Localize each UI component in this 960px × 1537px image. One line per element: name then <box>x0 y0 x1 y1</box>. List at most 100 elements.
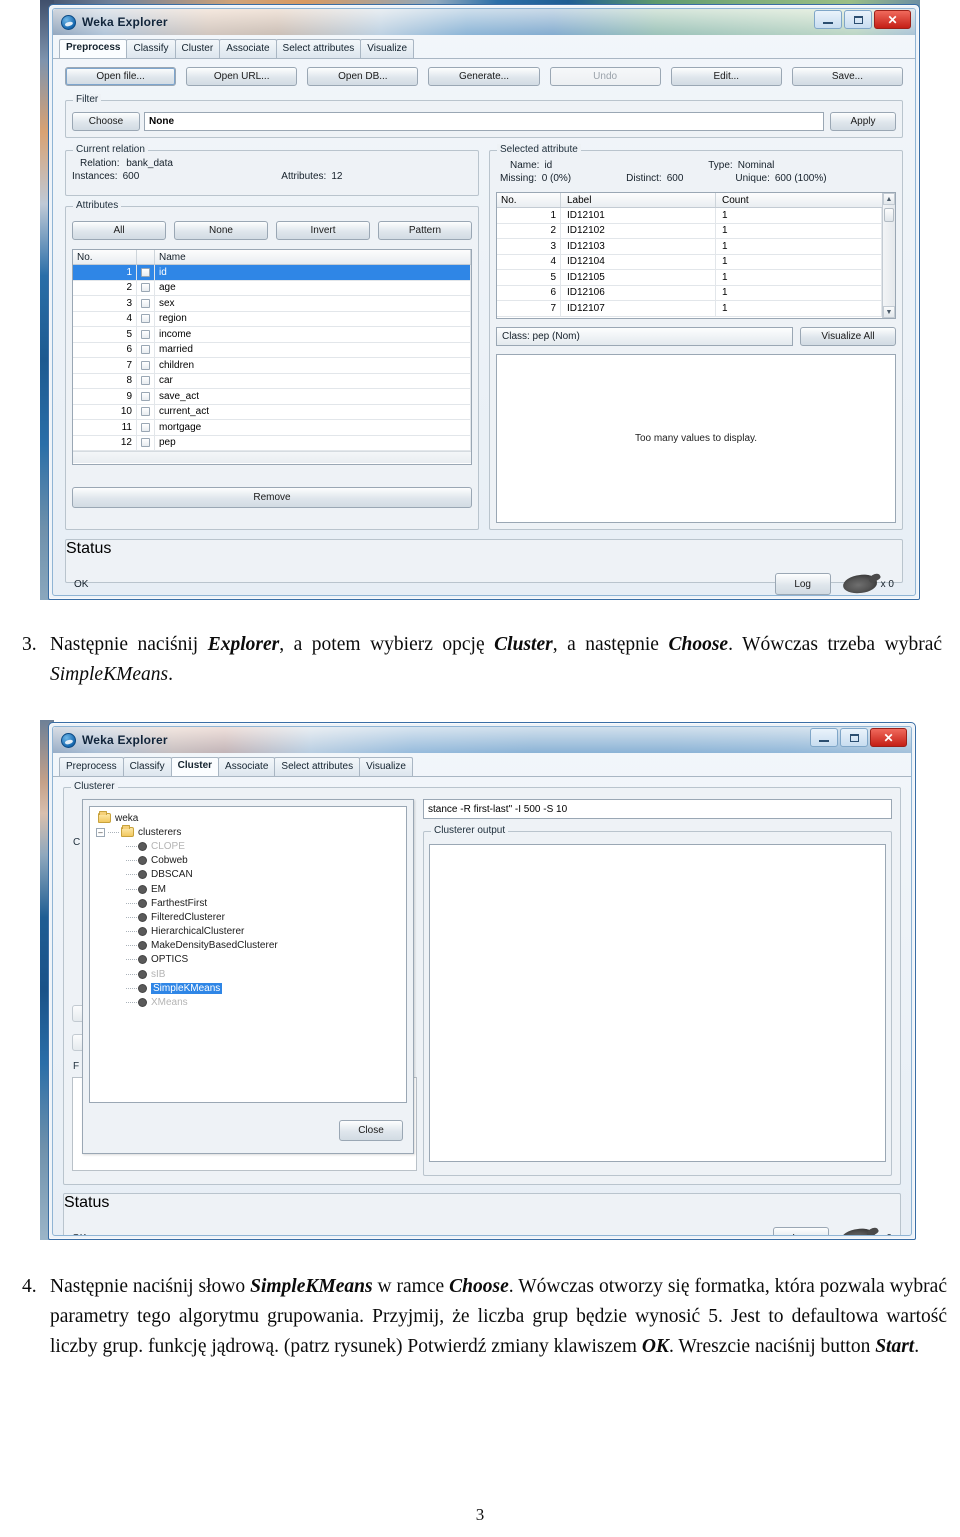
visualization-panel[interactable]: Too many values to display. <box>496 354 896 523</box>
table-row[interactable]: 1 ID12101 1 <box>497 208 882 224</box>
scrollbar-thumb[interactable] <box>884 208 894 222</box>
tree-node-em[interactable]: EM <box>94 882 406 896</box>
close-button[interactable]: ✕ <box>874 10 911 29</box>
filter-value-field[interactable]: None <box>144 112 824 131</box>
remove-attributes-button[interactable]: Remove <box>72 487 472 508</box>
tree-node-simplekmeans[interactable]: SimpleKMeans <box>94 981 406 995</box>
edit-button[interactable]: Edit... <box>670 67 782 86</box>
attr-row-checkbox[interactable] <box>137 373 155 388</box>
open-db-button[interactable]: Open DB... <box>307 67 419 86</box>
tree-node-label: HierarchicalClusterer <box>151 926 245 938</box>
generate-button[interactable]: Generate... <box>428 67 540 86</box>
scroll-down-arrow[interactable]: ▼ <box>883 306 895 318</box>
tab-preprocess[interactable]: Preprocess <box>59 39 128 58</box>
weka-explorer-window-preprocess: Weka Explorer ✕ Preprocess Classify Clus… <box>48 4 920 600</box>
attr-row-checkbox[interactable] <box>137 389 155 404</box>
tree-node-clusterers[interactable]: – clusterers <box>94 825 406 839</box>
table-row[interactable]: 10 current_act <box>73 404 471 420</box>
tab-preprocess[interactable]: Preprocess <box>59 757 124 776</box>
table-row[interactable]: 11 mortgage <box>73 420 471 436</box>
table-row[interactable]: 6 married <box>73 342 471 358</box>
attr-row-checkbox[interactable] <box>137 296 155 311</box>
tree-node-hierarchicalclusterer[interactable]: HierarchicalClusterer <box>94 925 406 939</box>
titlebar-cluster[interactable]: Weka Explorer ✕ <box>53 727 911 753</box>
leaf-bullet-icon <box>139 984 146 992</box>
maximize-button[interactable] <box>840 728 868 747</box>
tab-visualize[interactable]: Visualize <box>359 757 413 776</box>
table-row[interactable]: 2 ID12102 1 <box>497 223 882 239</box>
class-select[interactable]: Class: pep (Nom) <box>496 327 793 346</box>
list-marker-4: 4. <box>22 1276 37 1297</box>
table-row[interactable]: 7 ID12107 1 <box>497 301 882 317</box>
tree-node-xmeans[interactable]: XMeans <box>94 995 406 1009</box>
tree-node-farthestfirst[interactable]: FarthestFirst <box>94 896 406 910</box>
nominal-table-scrollbar[interactable]: ▲ ▼ <box>882 193 895 318</box>
save-button[interactable]: Save... <box>791 67 903 86</box>
tree-node-clope[interactable]: CLOPE <box>94 839 406 853</box>
tab-visualize[interactable]: Visualize <box>360 39 415 58</box>
tree-node-cobweb[interactable]: Cobweb <box>94 854 406 868</box>
clusterer-command-field[interactable]: stance -R first-last" -I 500 -S 10 <box>423 799 892 819</box>
tab-associate[interactable]: Associate <box>219 39 277 58</box>
attr-row-checkbox[interactable] <box>137 342 155 357</box>
table-row[interactable]: 4 region <box>73 311 471 327</box>
attr-row-checkbox[interactable] <box>137 435 155 450</box>
filter-legend: Filter <box>73 94 102 105</box>
attr-row-checkbox[interactable] <box>137 265 155 280</box>
maximize-button[interactable] <box>844 10 872 29</box>
attr-row-checkbox[interactable] <box>137 311 155 326</box>
close-button[interactable]: ✕ <box>870 728 907 747</box>
select-invert-button[interactable]: Invert <box>276 221 370 240</box>
table-row[interactable]: 8 car <box>73 373 471 389</box>
table-row[interactable]: 4 ID12104 1 <box>497 254 882 270</box>
collapse-expander-icon[interactable]: – <box>96 827 105 837</box>
tab-cluster[interactable]: Cluster <box>174 39 221 58</box>
tab-associate[interactable]: Associate <box>218 757 276 776</box>
tab-classify[interactable]: Classify <box>126 39 176 58</box>
tab-select-attributes[interactable]: Select attributes <box>274 757 361 776</box>
select-all-button[interactable]: All <box>72 221 166 240</box>
log-button[interactable]: Log <box>772 1227 829 1235</box>
titlebar-preprocess[interactable]: Weka Explorer ✕ <box>53 9 915 35</box>
table-row[interactable]: 2 age <box>73 280 471 296</box>
attr-row-checkbox[interactable] <box>137 420 155 435</box>
clusterer-output-area[interactable] <box>429 844 886 1162</box>
table-row[interactable]: 5 income <box>73 327 471 343</box>
tab-classify[interactable]: Classify <box>122 757 172 776</box>
open-file-button[interactable]: Open file... <box>65 67 177 86</box>
table-row[interactable]: 5 ID12105 1 <box>497 270 882 286</box>
table-row[interactable]: 1 id <box>73 265 471 281</box>
log-button[interactable]: Log <box>774 573 831 595</box>
minimize-button[interactable] <box>814 10 842 29</box>
attr-row-checkbox[interactable] <box>137 358 155 373</box>
visualize-all-button[interactable]: Visualize All <box>800 327 896 346</box>
select-none-button[interactable]: None <box>174 221 268 240</box>
tree-node-weka[interactable]: weka <box>94 811 406 825</box>
tree-node-label: SimpleKMeans <box>151 982 223 994</box>
filter-apply-button[interactable]: Apply <box>830 112 896 131</box>
minimize-button[interactable] <box>810 728 838 747</box>
table-row[interactable]: 9 save_act <box>73 389 471 405</box>
attr-row-checkbox[interactable] <box>137 280 155 295</box>
tree-node-filteredclusterer[interactable]: FilteredClusterer <box>94 910 406 924</box>
tree-node-makedensitybasedclusterer[interactable]: MakeDensityBasedClusterer <box>94 939 406 953</box>
close-dialog-button[interactable]: Close <box>339 1120 403 1141</box>
table-row[interactable]: 7 children <box>73 358 471 374</box>
scroll-up-arrow[interactable]: ▲ <box>883 193 895 205</box>
select-pattern-button[interactable]: Pattern <box>378 221 472 240</box>
attr-row-checkbox[interactable] <box>137 327 155 342</box>
table-row[interactable]: 6 ID12106 1 <box>497 285 882 301</box>
table-row[interactable]: 3 sex <box>73 296 471 312</box>
tree-node-sib[interactable]: sIB <box>94 967 406 981</box>
attributes-table[interactable]: No. Name 1 id 2 age 3 sex 4 region 5 inc… <box>72 249 472 465</box>
tab-cluster[interactable]: Cluster <box>170 757 220 776</box>
tree-node-optics[interactable]: OPTICS <box>94 953 406 967</box>
open-url-button[interactable]: Open URL... <box>186 67 298 86</box>
filter-choose-button[interactable]: Choose <box>72 112 140 131</box>
clusterer-tree[interactable]: weka – clusterers CLOPE Cobweb DBSCAN EM… <box>89 806 407 1103</box>
table-row[interactable]: 3 ID12103 1 <box>497 239 882 255</box>
tree-node-dbscan[interactable]: DBSCAN <box>94 868 406 882</box>
attr-row-checkbox[interactable] <box>137 404 155 419</box>
tab-select-attributes[interactable]: Select attributes <box>275 39 362 58</box>
table-row[interactable]: 12 pep <box>73 435 471 451</box>
